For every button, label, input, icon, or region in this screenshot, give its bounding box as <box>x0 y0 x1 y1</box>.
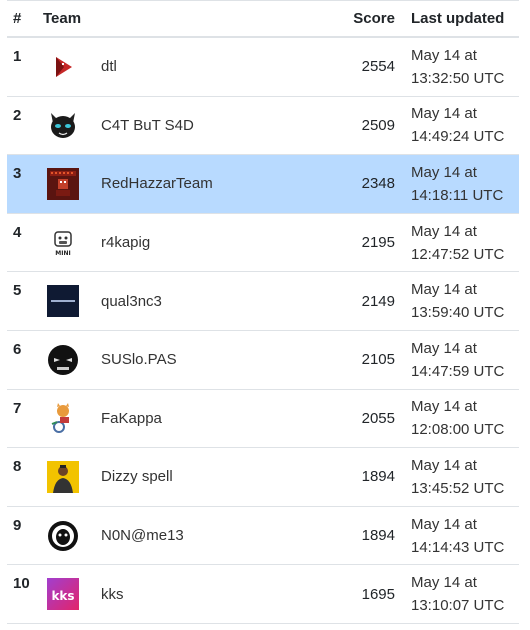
team-logo-cell <box>43 519 101 552</box>
dark-eyes-team-logo-icon <box>47 343 79 376</box>
svg-text:MINI: MINI <box>55 250 70 257</box>
team-name[interactable]: dtl <box>101 58 345 75</box>
last-updated-cell: May 14 at 14:14:43 UTC <box>399 513 519 559</box>
team-name[interactable]: qual3nc3 <box>101 293 345 310</box>
table-row[interactable]: 2 C4T BuT S4D 2509 May 14 at 14:49:24 UT… <box>7 97 519 156</box>
updated-date: May 14 at <box>411 339 477 357</box>
scoreboard-table: # Team Score Last updated 1 dtl 2554 May… <box>7 0 519 624</box>
table-row[interactable]: 8 Dizzy spell 1894 May 14 at 13:45:52 UT… <box>7 448 519 507</box>
table-row[interactable]: 3 RedHazzarTeam 2348 May 14 at 14:18:11 … <box>7 155 519 214</box>
score-cell: 2195 <box>361 234 395 252</box>
table-row[interactable]: 7 FaKappa 2055 May 14 at 12:08:00 UTC <box>7 390 519 449</box>
last-updated-cell: May 14 at 14:18:11 UTC <box>399 161 519 207</box>
mask-circle-team-logo-icon <box>47 519 79 552</box>
rank-cell: 6 <box>13 340 22 358</box>
score-cell: 2554 <box>361 58 395 76</box>
rank-cell: 9 <box>13 516 22 534</box>
updated-date: May 14 at <box>411 456 477 474</box>
header-score[interactable]: Score <box>345 10 399 27</box>
updated-time: 14:49:24 UTC <box>411 128 505 146</box>
team-logo-cell <box>43 285 101 318</box>
team-logo-cell <box>43 343 101 376</box>
updated-date: May 14 at <box>411 46 477 64</box>
updated-date: May 14 at <box>411 163 477 181</box>
svg-text:kks: kks <box>51 589 74 603</box>
last-updated-cell: May 14 at 14:49:24 UTC <box>399 102 519 148</box>
team-logo-cell <box>43 109 101 142</box>
team-logo-cell: MINI <box>43 226 101 259</box>
wheelchair-cat-team-logo-icon <box>47 402 79 435</box>
team-name[interactable]: N0N@me13 <box>101 527 345 544</box>
table-row[interactable]: 6 SUSlo.PAS 2105 May 14 at 14:47:59 UTC <box>7 331 519 390</box>
updated-time: 13:32:50 UTC <box>411 69 505 87</box>
pig-mini-team-logo-icon: MINI <box>47 226 79 259</box>
score-cell: 2348 <box>361 175 395 193</box>
score-cell: 1894 <box>361 468 395 486</box>
team-name[interactable]: Dizzy spell <box>101 468 345 485</box>
rank-cell: 7 <box>13 399 22 417</box>
updated-time: 12:08:00 UTC <box>411 421 505 439</box>
rank-cell: 8 <box>13 458 22 476</box>
updated-time: 13:45:52 UTC <box>411 479 505 497</box>
last-updated-cell: May 14 at 12:08:00 UTC <box>399 395 519 441</box>
cat-face-team-logo-icon <box>47 109 79 142</box>
updated-date: May 14 at <box>411 574 477 592</box>
team-name[interactable]: FaKappa <box>101 410 345 427</box>
score-cell: 1894 <box>361 527 395 545</box>
rank-cell: 2 <box>13 106 22 124</box>
team-name[interactable]: kks <box>101 586 345 603</box>
score-cell: 2149 <box>361 292 395 310</box>
updated-date: May 14 at <box>411 398 477 416</box>
red-triangle-team-logo-icon <box>47 50 79 83</box>
last-updated-cell: May 14 at 13:10:07 UTC <box>399 571 519 617</box>
team-logo-cell <box>43 460 101 493</box>
updated-time: 13:59:40 UTC <box>411 304 505 322</box>
header-last-updated[interactable]: Last updated <box>399 7 519 30</box>
rank-cell: 3 <box>13 165 22 183</box>
updated-time: 13:10:07 UTC <box>411 597 505 615</box>
table-header: # Team Score Last updated <box>7 0 519 38</box>
last-updated-cell: May 14 at 13:59:40 UTC <box>399 278 519 324</box>
updated-time: 12:47:52 UTC <box>411 245 505 263</box>
team-name[interactable]: SUSlo.PAS <box>101 351 345 368</box>
updated-time: 14:14:43 UTC <box>411 538 505 556</box>
score-cell: 1695 <box>361 585 395 603</box>
last-updated-cell: May 14 at 13:45:52 UTC <box>399 454 519 500</box>
updated-date: May 14 at <box>411 281 477 299</box>
kks-gradient-team-logo-icon: kks <box>47 578 79 611</box>
updated-date: May 14 at <box>411 105 477 123</box>
header-rank: # <box>13 10 22 27</box>
last-updated-cell: May 14 at 14:47:59 UTC <box>399 337 519 383</box>
table-row[interactable]: 10 kks kks 1695 May 14 at 13:10:07 UTC <box>7 565 519 624</box>
table-body: 1 dtl 2554 May 14 at 13:32:50 UTC 2 C4T … <box>7 38 519 624</box>
team-name[interactable]: RedHazzarTeam <box>101 175 345 192</box>
score-cell: 2055 <box>361 409 395 427</box>
team-logo-cell <box>43 50 101 83</box>
table-row[interactable]: 9 N0N@me13 1894 May 14 at 14:14:43 UTC <box>7 507 519 566</box>
team-name[interactable]: C4T BuT S4D <box>101 117 345 134</box>
rank-cell: 5 <box>13 282 22 300</box>
updated-time: 14:18:11 UTC <box>411 186 504 204</box>
red-pixel-team-logo-icon <box>47 167 79 200</box>
table-row[interactable]: 4 MINI r4kapig 2195 May 14 at 12:47:52 U… <box>7 214 519 273</box>
table-row[interactable]: 1 dtl 2554 May 14 at 13:32:50 UTC <box>7 38 519 97</box>
score-cell: 2509 <box>361 116 395 134</box>
header-team[interactable]: Team <box>43 10 101 27</box>
team-logo-cell <box>43 167 101 200</box>
updated-date: May 14 at <box>411 515 477 533</box>
last-updated-cell: May 14 at 12:47:52 UTC <box>399 220 519 266</box>
team-logo-cell: kks <box>43 578 101 611</box>
team-logo-cell <box>43 402 101 435</box>
rank-cell: 10 <box>13 575 30 593</box>
navy-text-team-logo-icon <box>47 285 79 318</box>
updated-date: May 14 at <box>411 222 477 240</box>
table-row[interactable]: 5 qual3nc3 2149 May 14 at 13:59:40 UTC <box>7 272 519 331</box>
last-updated-cell: May 14 at 13:32:50 UTC <box>399 44 519 90</box>
updated-time: 14:47:59 UTC <box>411 362 505 380</box>
rank-cell: 4 <box>13 223 22 241</box>
score-cell: 2105 <box>361 351 395 369</box>
team-name[interactable]: r4kapig <box>101 234 345 251</box>
person-yellow-team-logo-icon <box>47 460 79 493</box>
rank-cell: 1 <box>13 48 22 65</box>
